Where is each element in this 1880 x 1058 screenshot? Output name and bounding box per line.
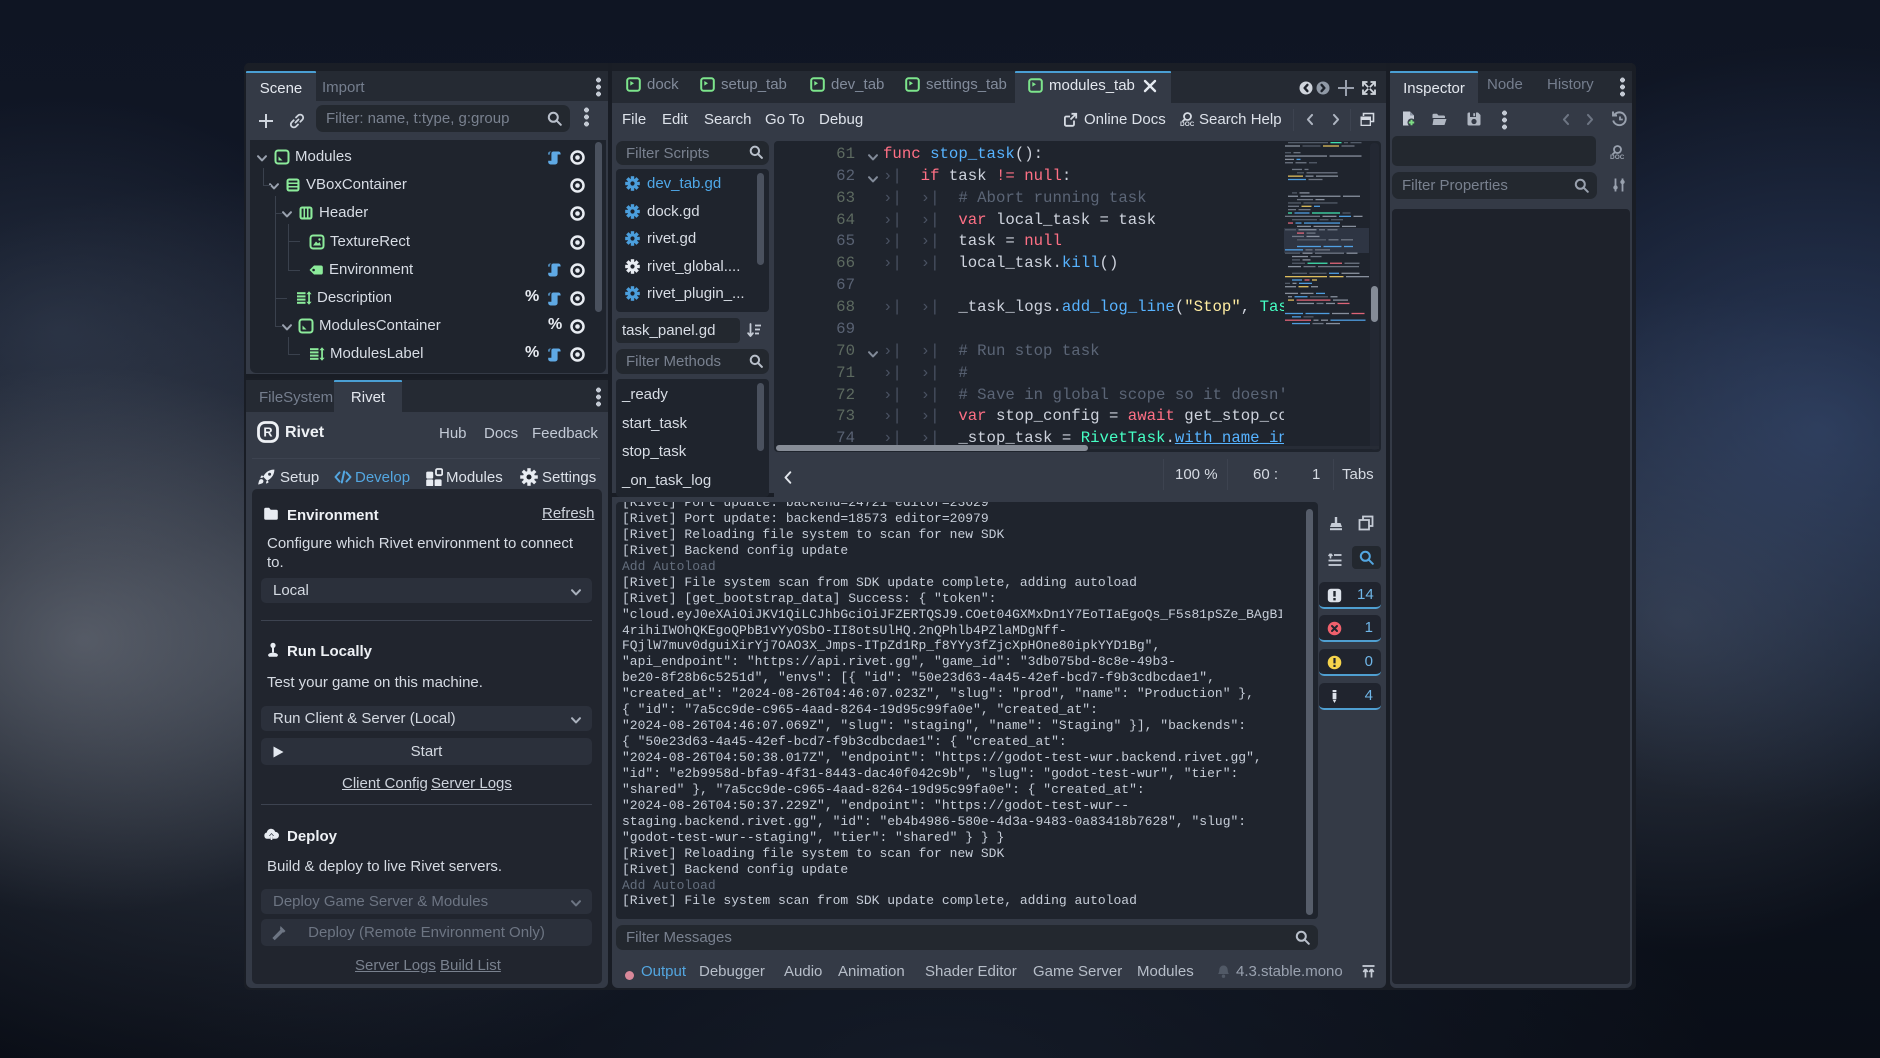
- svg-text:DOC: DOC: [1180, 121, 1194, 127]
- svg-text:DOC: DOC: [1610, 154, 1624, 160]
- svg-text:R: R: [263, 425, 272, 440]
